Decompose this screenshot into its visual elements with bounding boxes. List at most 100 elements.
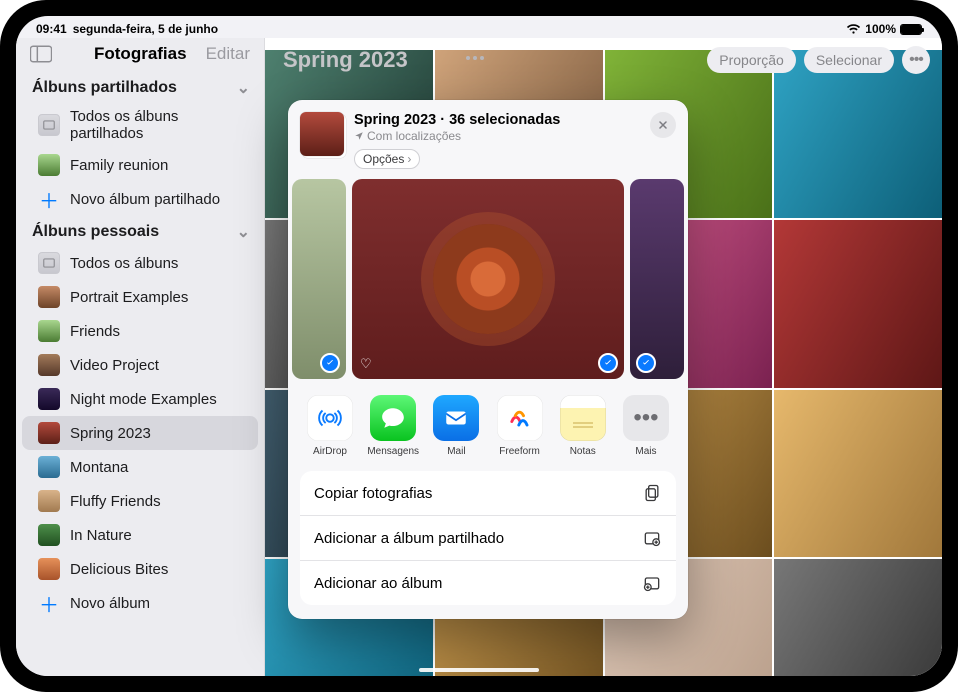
personal-albums-header[interactable]: Álbuns pessoais ⌄ bbox=[16, 216, 264, 246]
share-apps-row: AirDrop Mensagens Mail bbox=[288, 385, 688, 461]
shared-albums-header[interactable]: Álbuns partilhados ⌄ bbox=[16, 72, 264, 102]
album-thumb bbox=[38, 524, 60, 546]
wifi-icon bbox=[846, 24, 861, 35]
album-thumb bbox=[38, 558, 60, 580]
selected-check-icon bbox=[598, 353, 618, 373]
plus-icon: ＋ bbox=[38, 188, 60, 210]
sidebar: Fotografias Editar Álbuns partilhados ⌄ … bbox=[16, 38, 265, 676]
sidebar-item-night-mode[interactable]: Night mode Examples bbox=[22, 382, 258, 416]
album-thumb bbox=[38, 456, 60, 478]
airdrop-icon bbox=[307, 395, 353, 441]
sidebar-item-new-album[interactable]: ＋ Novo álbum bbox=[22, 586, 258, 620]
mail-icon bbox=[433, 395, 479, 441]
more-button[interactable]: ••• bbox=[902, 46, 930, 74]
battery-icon bbox=[900, 24, 922, 35]
preview-photo-main[interactable]: ♡ bbox=[352, 179, 624, 379]
share-subtitle: Com localizações bbox=[354, 129, 676, 143]
aspect-ratio-button[interactable]: Proporção bbox=[707, 47, 796, 73]
sidebar-edit-button[interactable]: Editar bbox=[206, 44, 250, 64]
shared-albums-icon bbox=[38, 114, 60, 136]
album-thumb bbox=[38, 320, 60, 342]
messages-icon bbox=[370, 395, 416, 441]
sidebar-item-label: Todos os álbuns bbox=[70, 255, 178, 272]
app-airdrop[interactable]: AirDrop bbox=[302, 395, 358, 457]
chevron-down-icon: ⌄ bbox=[237, 222, 250, 242]
more-icon: ••• bbox=[623, 395, 669, 441]
sidebar-item-label: Portrait Examples bbox=[70, 289, 188, 306]
sidebar-item-label: Novo álbum bbox=[70, 595, 150, 612]
home-indicator[interactable] bbox=[419, 668, 539, 672]
sidebar-item-label: Montana bbox=[70, 459, 128, 476]
sidebar-item-label: Todos os álbuns partilhados bbox=[70, 108, 244, 142]
sidebar-item-video-project[interactable]: Video Project bbox=[22, 348, 258, 382]
notes-icon bbox=[560, 395, 606, 441]
sidebar-item-label: Novo álbum partilhado bbox=[70, 191, 220, 208]
select-button[interactable]: Selecionar bbox=[804, 47, 894, 73]
page-title: Spring 2023 bbox=[277, 47, 408, 73]
add-album-icon bbox=[642, 573, 662, 593]
action-copy-photos[interactable]: Copiar fotografias bbox=[300, 471, 676, 516]
app-notes[interactable]: Notas bbox=[555, 395, 611, 457]
chevron-right-icon: › bbox=[407, 152, 411, 166]
action-add-shared-album[interactable]: Adicionar a álbum partilhado bbox=[300, 516, 676, 561]
album-thumb bbox=[38, 422, 60, 444]
preview-photo[interactable] bbox=[292, 179, 346, 379]
sidebar-item-label: Video Project bbox=[70, 357, 159, 374]
close-icon bbox=[657, 119, 669, 131]
sidebar-item-in-nature[interactable]: In Nature bbox=[22, 518, 258, 552]
album-thumb bbox=[38, 154, 60, 176]
status-date: segunda-feira, 5 de junho bbox=[73, 22, 218, 36]
app-mail[interactable]: Mail bbox=[428, 395, 484, 457]
plus-icon: ＋ bbox=[38, 592, 60, 614]
copy-icon bbox=[642, 483, 662, 503]
share-sheet: Spring 2023 · 36 selecionadas Com locali… bbox=[288, 100, 688, 619]
share-preview-thumb bbox=[300, 112, 344, 156]
sidebar-item-montana[interactable]: Montana bbox=[22, 450, 258, 484]
freeform-icon bbox=[497, 395, 543, 441]
location-icon bbox=[354, 131, 364, 141]
app-freeform[interactable]: Freeform bbox=[492, 395, 548, 457]
chevron-down-icon: ⌄ bbox=[237, 78, 250, 98]
sidebar-item-label: Fluffy Friends bbox=[70, 493, 161, 510]
sidebar-item-label: Night mode Examples bbox=[70, 391, 217, 408]
sidebar-title: Fotografias bbox=[64, 44, 194, 64]
sidebar-item-delicious-bites[interactable]: Delicious Bites bbox=[22, 552, 258, 586]
selected-check-icon bbox=[636, 353, 656, 373]
sidebar-item-family-reunion[interactable]: Family reunion bbox=[22, 148, 258, 182]
share-preview-strip[interactable]: ♡ ♡ bbox=[288, 179, 688, 385]
sidebar-item-new-shared-album[interactable]: ＋ Novo álbum partilhado bbox=[22, 182, 258, 216]
albums-icon bbox=[38, 252, 60, 274]
sidebar-item-spring-2023[interactable]: Spring 2023 bbox=[22, 416, 258, 450]
action-add-to-album[interactable]: Adicionar ao álbum bbox=[300, 561, 676, 605]
sidebar-item-portrait-examples[interactable]: Portrait Examples bbox=[22, 280, 258, 314]
album-thumb bbox=[38, 286, 60, 308]
sidebar-item-all-albums[interactable]: Todos os álbuns bbox=[22, 246, 258, 280]
app-messages[interactable]: Mensagens bbox=[365, 395, 421, 457]
favorite-icon: ♡ bbox=[360, 356, 372, 372]
photo-cell[interactable] bbox=[774, 559, 942, 676]
status-bar: 09:41 segunda-feira, 5 de junho 100% bbox=[16, 16, 942, 38]
share-options-button[interactable]: Opções › bbox=[354, 149, 420, 169]
sidebar-item-fluffy-friends[interactable]: Fluffy Friends bbox=[22, 484, 258, 518]
sidebar-item-friends[interactable]: Friends bbox=[22, 314, 258, 348]
sidebar-item-label: In Nature bbox=[70, 527, 132, 544]
sidebar-item-all-shared[interactable]: Todos os álbuns partilhados bbox=[22, 102, 258, 148]
album-thumb bbox=[38, 490, 60, 512]
battery-pct: 100% bbox=[865, 22, 896, 36]
photo-cell[interactable] bbox=[774, 390, 942, 558]
selected-check-icon bbox=[320, 353, 340, 373]
sidebar-item-label: Friends bbox=[70, 323, 120, 340]
photo-cell[interactable] bbox=[774, 220, 942, 388]
album-thumb bbox=[38, 388, 60, 410]
sidebar-item-label: Delicious Bites bbox=[70, 561, 168, 578]
shared-album-icon bbox=[642, 528, 662, 548]
preview-photo[interactable]: ♡ bbox=[630, 179, 684, 379]
status-time: 09:41 bbox=[36, 22, 67, 36]
multitask-grabber[interactable] bbox=[466, 56, 492, 60]
sidebar-item-label: Spring 2023 bbox=[70, 425, 151, 442]
close-button[interactable] bbox=[650, 112, 676, 138]
sidebar-toggle-icon[interactable] bbox=[30, 45, 52, 63]
sidebar-item-label: Family reunion bbox=[70, 157, 168, 174]
app-more[interactable]: ••• Mais bbox=[618, 395, 674, 457]
share-title: Spring 2023 · 36 selecionadas bbox=[354, 112, 676, 128]
